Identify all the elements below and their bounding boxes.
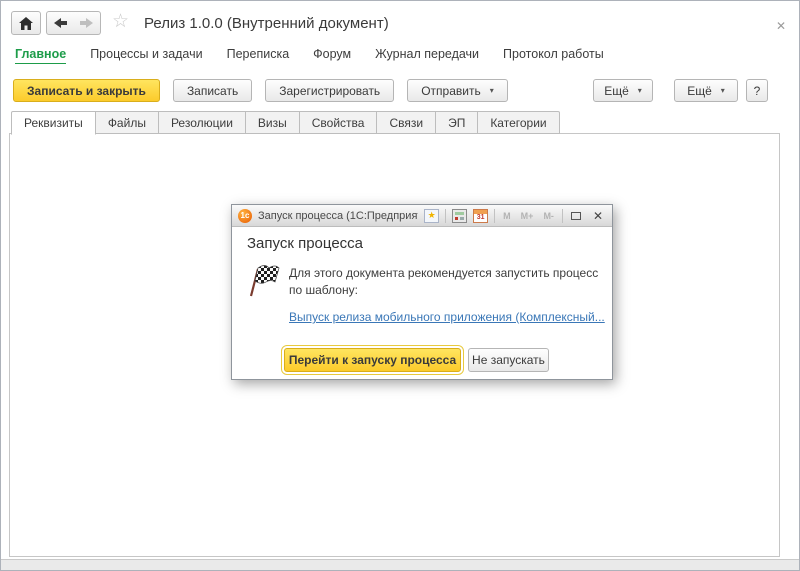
divider	[562, 209, 563, 223]
register-button[interactable]: Зарегистрировать	[265, 79, 394, 102]
forward-icon	[79, 17, 95, 29]
more-button-window[interactable]: Ещё▾	[674, 79, 738, 102]
tab-faily[interactable]: Файлы	[96, 111, 159, 134]
command-bar: Записать и закрыть Записать Зарегистриро…	[1, 79, 799, 103]
calendar-icon[interactable]: 31	[473, 209, 488, 223]
checkered-flag-icon	[243, 262, 281, 300]
favorites-icon[interactable]: ★	[424, 209, 439, 223]
calculator-icon[interactable]	[452, 209, 467, 223]
tab-ep[interactable]: ЭП	[436, 111, 478, 134]
maximize-icon	[571, 212, 581, 220]
more-button-form[interactable]: Ещё▾	[593, 79, 653, 102]
memory-m-button[interactable]: M	[501, 211, 513, 221]
tab-strip: Реквизиты Файлы Резолюции Визы Свойства …	[11, 111, 560, 135]
save-and-close-button[interactable]: Записать и закрыть	[13, 79, 160, 102]
memory-m-minus-button[interactable]: M-	[541, 211, 556, 221]
start-process-button[interactable]: Перейти к запуску процесса	[284, 348, 461, 372]
save-button[interactable]: Записать	[173, 79, 252, 102]
back-button[interactable]	[46, 11, 74, 35]
dialog-titlebar: 1с Запуск процесса (1С:Предприятие) ★ 31…	[232, 205, 612, 227]
chevron-down-icon: ▾	[490, 86, 494, 95]
home-icon	[19, 17, 33, 30]
skip-process-button[interactable]: Не запускать	[468, 348, 549, 372]
status-strip	[1, 559, 799, 570]
maximize-button[interactable]	[569, 209, 584, 223]
menu-item-processy[interactable]: Процессы и задачи	[90, 47, 202, 64]
menu-item-protokol[interactable]: Протокол работы	[503, 47, 604, 64]
tab-rekvizity[interactable]: Реквизиты	[11, 111, 96, 135]
app-window: ☆ Релиз 1.0.0 (Внутренний документ) ✕ Гл…	[0, 0, 800, 571]
forward-button[interactable]	[73, 11, 101, 35]
help-button[interactable]: ?	[746, 79, 768, 102]
back-icon	[52, 17, 68, 29]
menu-item-forum[interactable]: Форум	[313, 47, 351, 64]
1c-logo-icon: 1с	[238, 209, 252, 223]
divider	[494, 209, 495, 223]
menu-item-perepiska[interactable]: Переписка	[227, 47, 290, 64]
divider	[445, 209, 446, 223]
tab-svoystva[interactable]: Свойства	[300, 111, 378, 134]
process-start-dialog: 1с Запуск процесса (1С:Предприятие) ★ 31…	[231, 204, 613, 380]
memory-m-plus-button[interactable]: M+	[519, 211, 536, 221]
process-template-link[interactable]: Выпуск релиза мобильного приложения (Ком…	[289, 310, 605, 324]
window-close-icon[interactable]: ✕	[776, 19, 786, 33]
dialog-heading: Запуск процесса	[247, 235, 363, 252]
favorite-star-icon[interactable]: ☆	[112, 12, 129, 31]
menu-item-glavnoe[interactable]: Главное	[15, 47, 66, 64]
send-button[interactable]: Отправить▾	[407, 79, 508, 102]
chevron-down-icon: ▾	[721, 86, 725, 95]
home-button[interactable]	[11, 11, 41, 35]
dialog-title: Запуск процесса (1С:Предприятие)	[258, 210, 418, 222]
tab-kategorii[interactable]: Категории	[478, 111, 559, 134]
chevron-down-icon: ▾	[638, 86, 642, 95]
dialog-close-button[interactable]: ✕	[590, 209, 606, 223]
tab-vizy[interactable]: Визы	[246, 111, 300, 134]
dialog-message: Для этого документа рекомендуется запуст…	[289, 265, 599, 299]
tab-rezolyucii[interactable]: Резолюции	[159, 111, 246, 134]
menu-item-zhurnal[interactable]: Журнал передачи	[375, 47, 479, 64]
nav-menu: Главное Процессы и задачи Переписка Фору…	[15, 47, 604, 64]
tab-svyazi[interactable]: Связи	[377, 111, 436, 134]
page-title: Релиз 1.0.0 (Внутренний документ)	[144, 15, 389, 32]
